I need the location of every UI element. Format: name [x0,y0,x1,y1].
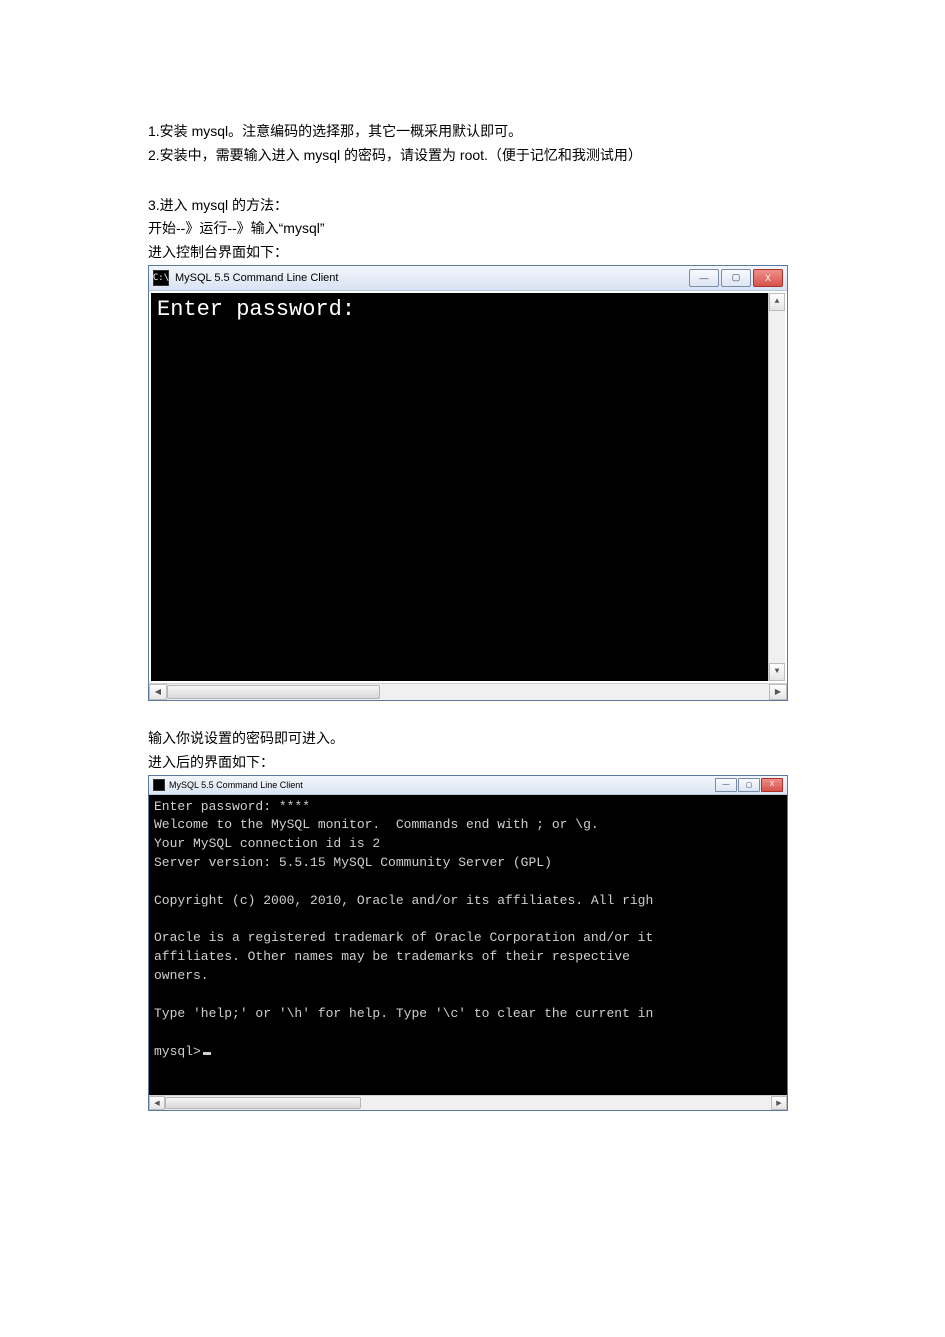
terminal-line: Enter password: [157,297,355,322]
scroll-track[interactable] [167,684,769,700]
terminal-line: Copyright (c) 2000, 2010, Oracle and/or … [154,893,653,908]
vertical-scrollbar[interactable]: ▲ ▼ [768,293,785,681]
cursor-icon [203,1052,211,1055]
window-titlebar: MySQL 5.5 Command Line Client — ▢ X [149,776,787,795]
close-button[interactable]: X [753,269,783,287]
instruction-step-3: 3.进入 mysql 的方法： [148,194,797,218]
instruction-step-1: 1.安装 mysql。注意编码的选择那，其它一概采用默认即可。 [148,120,797,144]
terminal-output[interactable]: Enter password: ▲ ▼ [151,293,785,681]
instruction-step-3b: 进入控制台界面如下： [148,241,797,265]
terminal-line: affiliates. Other names may be trademark… [154,949,630,964]
app-icon [153,779,165,791]
scroll-left-icon[interactable]: ◀ [149,684,167,700]
scroll-down-icon[interactable]: ▼ [769,663,785,681]
horizontal-scrollbar[interactable]: ◀ ▶ [149,1095,787,1110]
terminal-line: Enter password: **** [154,799,310,814]
scroll-up-icon[interactable]: ▲ [769,293,785,311]
scroll-left-icon[interactable]: ◀ [149,1096,165,1110]
scroll-thumb[interactable] [165,1097,361,1109]
instruction-step-4: 输入你说设置的密码即可进入。 [148,727,797,751]
window-body: Enter password: ▲ ▼ [149,291,787,683]
window-title-text: MySQL 5.5 Command Line Client [175,272,338,284]
close-button[interactable]: X [761,778,783,792]
app-icon: C:\ [153,270,169,286]
instruction-step-2: 2.安装中，需要输入进入 mysql 的密码，请设置为 root.（便于记忆和我… [148,144,797,168]
maximize-button[interactable]: ▢ [738,778,760,792]
instruction-step-3a: 开始--》运行--》输入“mysql” [148,217,797,241]
scroll-track[interactable] [769,311,785,663]
document-page: 1.安装 mysql。注意编码的选择那，其它一概采用默认即可。 2.安装中，需要… [0,0,945,1171]
terminal-line: Welcome to the MySQL monitor. Commands e… [154,817,599,832]
mysql-console-window-2: MySQL 5.5 Command Line Client — ▢ X Ente… [148,775,788,1111]
terminal-line: Your MySQL connection id is 2 [154,836,380,851]
scroll-right-icon[interactable]: ▶ [771,1096,787,1110]
scroll-thumb[interactable] [167,685,380,699]
maximize-button[interactable]: ▢ [721,269,751,287]
terminal-line: owners. [154,968,209,983]
window-titlebar: C:\ MySQL 5.5 Command Line Client — ▢ X [149,266,787,291]
scroll-track[interactable] [165,1096,771,1110]
terminal-line: Oracle is a registered trademark of Orac… [154,930,653,945]
terminal-line: Type 'help;' or '\h' for help. Type '\c'… [154,1006,653,1021]
instruction-step-5: 进入后的界面如下： [148,751,797,775]
terminal-prompt: mysql> [154,1044,201,1059]
scroll-right-icon[interactable]: ▶ [769,684,787,700]
minimize-button[interactable]: — [715,778,737,792]
window-title-text: MySQL 5.5 Command Line Client [169,780,303,790]
horizontal-scrollbar[interactable]: ◀ ▶ [149,683,787,700]
minimize-button[interactable]: — [689,269,719,287]
terminal-line: Server version: 5.5.15 MySQL Community S… [154,855,552,870]
terminal-output[interactable]: Enter password: **** Welcome to the MySQ… [149,795,787,1095]
mysql-console-window-1: C:\ MySQL 5.5 Command Line Client — ▢ X … [148,265,788,701]
